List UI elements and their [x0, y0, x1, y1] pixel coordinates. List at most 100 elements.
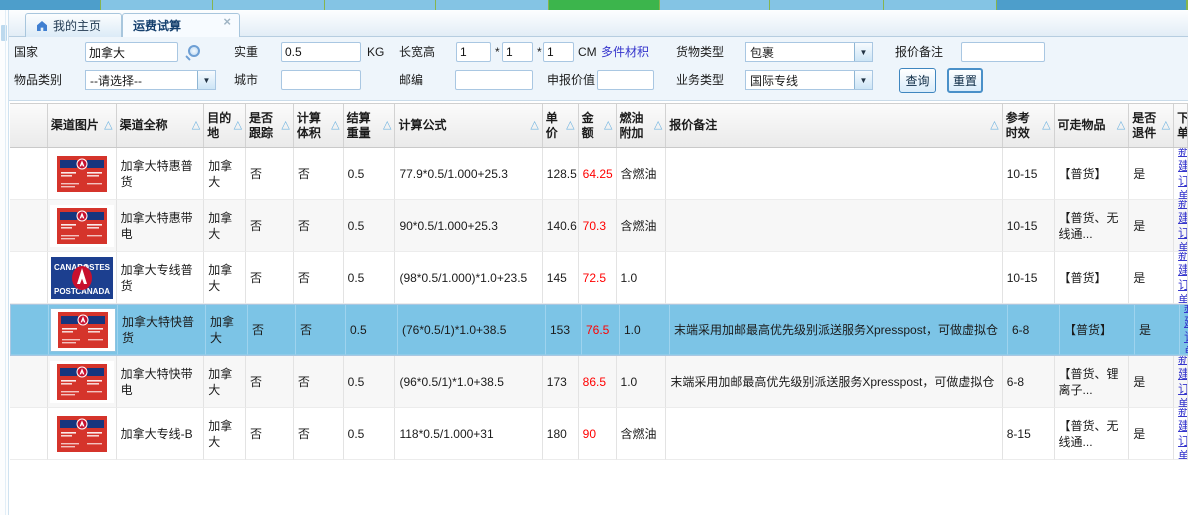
cell-channel-name: 加拿大专线-B [117, 408, 205, 460]
canada-post-blue-logo: CANADA POSTES POST CANADA [51, 257, 113, 299]
table-row[interactable]: 加拿大特惠普货加拿大否否0.577.9*0.5/1.000+25.3128.56… [10, 148, 1188, 200]
cell-allowed-goods: 【普货、锂离子... [1055, 356, 1130, 408]
sort-icon[interactable]: △ [103, 118, 112, 133]
column-header-calc-volume[interactable]: 计算体积△ [294, 104, 344, 147]
cell-destination: 加拿大 [204, 252, 246, 304]
sort-icon[interactable]: △ [191, 118, 200, 133]
search-button[interactable]: 查询 [899, 68, 936, 93]
cell-action[interactable]: 新建订单 [1174, 200, 1188, 252]
column-header-formula[interactable]: 计算公式 △ [395, 104, 542, 147]
cell-amount: 70.3 [579, 200, 617, 252]
tab-my-home[interactable]: 我的主页 [25, 13, 122, 37]
column-header-channel-image[interactable]: 渠道图片 △ [48, 104, 117, 147]
column-header-fuel-surcharge[interactable]: 燃油附加△ [617, 104, 667, 147]
sort-icon[interactable]: △ [989, 118, 998, 133]
chevron-down-icon[interactable]: ▼ [854, 71, 872, 89]
sort-icon[interactable]: △ [382, 118, 391, 133]
dim-separator: * [537, 42, 542, 62]
width-input[interactable] [502, 42, 533, 62]
column-header-destination[interactable]: 目的地△ [204, 104, 246, 147]
order-action-link[interactable]: 新建订单 [1178, 148, 1188, 200]
cell-action[interactable]: 新建订单 [1174, 252, 1188, 304]
sort-icon[interactable]: △ [1041, 118, 1050, 133]
cell-calc-volume: 否 [294, 356, 344, 408]
cell-lead-time: 10-15 [1003, 200, 1055, 252]
cargo-type-select[interactable]: 包裹 ▼ [745, 42, 873, 62]
sort-icon[interactable]: △ [233, 118, 242, 133]
column-header-channel-name[interactable]: 渠道全称△ [117, 104, 205, 147]
order-action-link[interactable]: 新建订单 [1178, 408, 1188, 460]
tab-freight-calc[interactable]: 运费试算 × [122, 13, 240, 37]
order-action-link[interactable]: 新建订单 [1178, 252, 1188, 304]
table-row[interactable]: 加拿大特快普货加拿大否否0.5(76*0.5/1)*1.0+38.515376.… [10, 304, 1188, 356]
sort-icon[interactable]: △ [280, 118, 289, 133]
sort-icon[interactable]: △ [603, 118, 612, 133]
business-type-select[interactable]: 国际专线 ▼ [745, 70, 873, 90]
cell-channel-image [48, 148, 117, 200]
cell-allowed-goods: 【普货】 [1055, 252, 1130, 304]
item-category-select[interactable]: --请选择-- ▼ [85, 70, 216, 90]
column-label: 燃油附加 [620, 111, 653, 141]
chevron-down-icon[interactable]: ▼ [197, 71, 215, 89]
table-row[interactable]: 加拿大特快带电加拿大否否0.5(96*0.5/1)*1.0+38.517386.… [10, 356, 1188, 408]
reset-button[interactable]: 重置 [947, 68, 983, 93]
cell-unit-price: 145 [543, 252, 579, 304]
sort-icon[interactable]: △ [653, 118, 662, 133]
cell-allowed-goods: 【普货】 [1060, 305, 1135, 355]
column-header-quote-remark[interactable]: 报价备注△ [666, 104, 1002, 147]
weight-unit: KG [367, 42, 384, 62]
table-row[interactable]: 加拿大专线-B加拿大否否0.5118*0.5/1.000+3118090含燃油8… [10, 408, 1188, 460]
cell-action[interactable]: 新建订单 [1180, 305, 1188, 355]
column-header-settle-weight[interactable]: 结算重量△ [344, 104, 396, 147]
length-input[interactable] [456, 42, 491, 62]
cell-settle-weight: 0.5 [344, 200, 396, 252]
cell-action[interactable]: 新建订单 [1174, 408, 1188, 460]
close-icon[interactable]: × [223, 15, 231, 28]
column-label: 计算公式 [398, 118, 446, 133]
cell-row-select [10, 408, 48, 460]
column-header-returnable[interactable]: 是否退件△ [1129, 104, 1174, 147]
panel-handle[interactable] [1, 25, 7, 41]
sort-icon[interactable]: △ [1161, 118, 1170, 133]
cell-action[interactable]: 新建订单 [1174, 356, 1188, 408]
table-row[interactable]: CANADA POSTES POST CANADA 加拿大专线普货加拿大否否0.… [10, 252, 1188, 304]
cell-tracked: 否 [246, 148, 294, 200]
sort-icon[interactable]: △ [529, 118, 538, 133]
city-input[interactable] [281, 70, 361, 90]
column-label: 渠道图片 [51, 118, 99, 133]
table-row[interactable]: 加拿大特惠带电加拿大否否0.590*0.5/1.000+25.3140.670.… [10, 200, 1188, 252]
order-action-link[interactable]: 新建订单 [1184, 305, 1188, 355]
column-header-tracked[interactable]: 是否跟踪△ [246, 104, 294, 147]
cell-quote-remark: 末端采用加邮最高优先级别派送服务Xpresspost，可做虚拟仓 [670, 305, 1008, 355]
magnifier-icon[interactable] [185, 45, 200, 60]
cell-settle-weight: 0.5 [344, 356, 396, 408]
country-input[interactable] [85, 42, 178, 62]
chevron-down-icon[interactable]: ▼ [854, 43, 872, 61]
postcode-input[interactable] [455, 70, 533, 90]
column-header-unit-price[interactable]: 单价△ [543, 104, 579, 147]
cell-unit-price: 180 [543, 408, 579, 460]
dim-separator: * [495, 42, 500, 62]
multi-piece-volume-link[interactable]: 多件材积 [601, 42, 649, 62]
weight-input[interactable] [281, 42, 361, 62]
order-action-link[interactable]: 新建订单 [1178, 356, 1188, 408]
tab-bar: 我的主页 运费试算 × [0, 10, 1188, 37]
column-header-allowed-goods[interactable]: 可走物品△ [1055, 104, 1130, 147]
top-strip-segment [325, 0, 435, 10]
declared-value-input[interactable] [597, 70, 654, 90]
sort-icon[interactable]: △ [1116, 118, 1125, 133]
column-header-row-select [10, 104, 48, 147]
quote-remark-input[interactable] [961, 42, 1045, 62]
order-action-link[interactable]: 新建订单 [1178, 200, 1188, 252]
height-input[interactable] [543, 42, 574, 62]
cell-formula: 77.9*0.5/1.000+25.3 [395, 148, 542, 200]
column-header-amount[interactable]: 金额△ [579, 104, 617, 147]
cell-fuel-surcharge: 1.0 [620, 305, 670, 355]
column-header-lead-time[interactable]: 参考时效△ [1003, 104, 1055, 147]
sort-icon[interactable]: △ [330, 118, 339, 133]
cell-lead-time: 6-8 [1003, 356, 1055, 408]
sort-icon[interactable]: △ [565, 118, 574, 133]
cell-action[interactable]: 新建订单 [1174, 148, 1188, 200]
collapsed-side-panel[interactable] [0, 10, 9, 515]
cell-quote-remark [666, 408, 1002, 460]
